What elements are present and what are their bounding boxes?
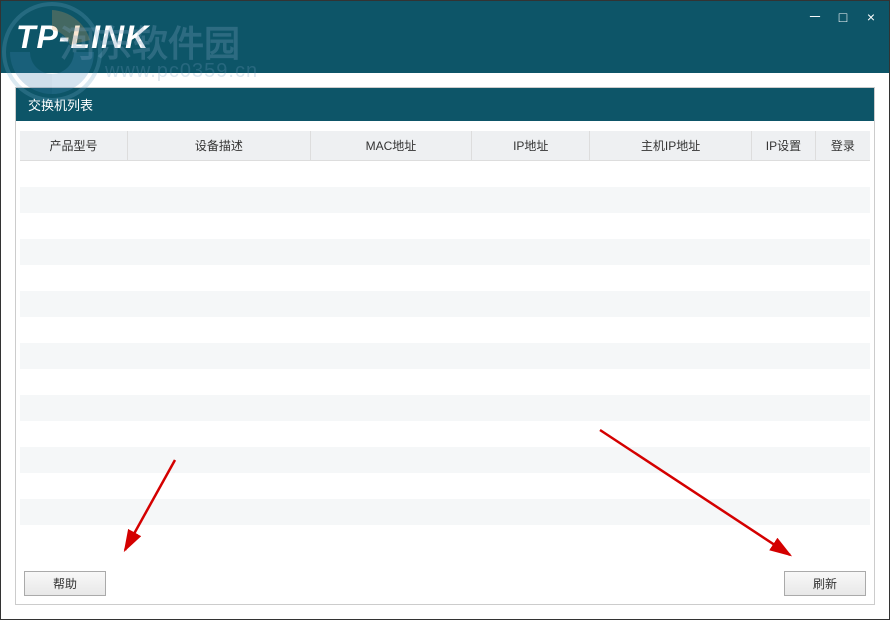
header-desc[interactable]: 设备描述 [128, 131, 311, 161]
panel-footer: 帮助 刷新 [16, 563, 874, 604]
table-row[interactable] [20, 291, 870, 317]
close-button[interactable]: × [863, 9, 879, 25]
table-body [20, 161, 870, 551]
table-row[interactable] [20, 473, 870, 499]
header-hostip[interactable]: 主机IP地址 [590, 131, 751, 161]
app-window: 河东软件园 www.pc0359.cn TP-LINK － □ × 交换机列表 … [0, 0, 890, 620]
switch-table: 产品型号 设备描述 MAC地址 IP地址 主机IP地址 IP设置 登录 [20, 131, 870, 551]
refresh-button[interactable]: 刷新 [784, 571, 866, 596]
table-row[interactable] [20, 239, 870, 265]
table-row[interactable] [20, 395, 870, 421]
window-controls: － □ × [807, 9, 879, 25]
table-row[interactable] [20, 213, 870, 239]
header-ipset[interactable]: IP设置 [751, 131, 816, 161]
content-area: 交换机列表 产品型号 设备描述 MAC地址 IP地址 主机IP地址 IP设置 登… [1, 73, 889, 619]
table-row[interactable] [20, 161, 870, 187]
table-row[interactable] [20, 343, 870, 369]
table-row[interactable] [20, 265, 870, 291]
table-row[interactable] [20, 187, 870, 213]
help-button[interactable]: 帮助 [24, 571, 106, 596]
table-row[interactable] [20, 317, 870, 343]
table-row[interactable] [20, 421, 870, 447]
table-row[interactable] [20, 499, 870, 525]
table-row[interactable] [20, 447, 870, 473]
titlebar: TP-LINK － □ × [1, 1, 889, 73]
header-login[interactable]: 登录 [816, 131, 870, 161]
header-ip[interactable]: IP地址 [472, 131, 590, 161]
table-header-row: 产品型号 设备描述 MAC地址 IP地址 主机IP地址 IP设置 登录 [20, 131, 870, 161]
panel-title: 交换机列表 [16, 88, 874, 121]
switch-list-panel: 交换机列表 产品型号 设备描述 MAC地址 IP地址 主机IP地址 IP设置 登… [15, 87, 875, 605]
brand-logo: TP-LINK [16, 19, 149, 56]
minimize-button[interactable]: － [807, 9, 823, 25]
table-row[interactable] [20, 525, 870, 551]
header-model[interactable]: 产品型号 [20, 131, 128, 161]
header-mac[interactable]: MAC地址 [310, 131, 471, 161]
maximize-button[interactable]: □ [835, 9, 851, 25]
table-row[interactable] [20, 369, 870, 395]
table-container: 产品型号 设备描述 MAC地址 IP地址 主机IP地址 IP设置 登录 [16, 121, 874, 563]
